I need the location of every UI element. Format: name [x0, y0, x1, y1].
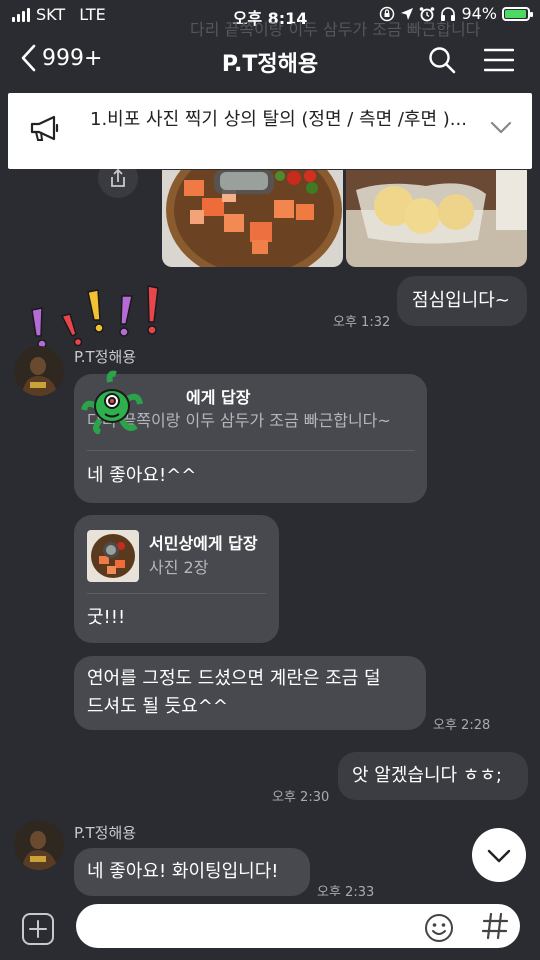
back-chevron-icon [21, 44, 36, 72]
sender-name: P.T정해용 [74, 824, 137, 842]
message-text: 네 좋아요! 화이팅입니다! [87, 861, 279, 882]
battery-level [505, 9, 526, 18]
message-bubble-outgoing[interactable]: 점심입니다~ [397, 276, 527, 326]
avatar[interactable] [14, 346, 64, 396]
message-text-line-1: 연어를 그정도 드셨으면 계란은 조금 덜 [87, 668, 381, 689]
back-button[interactable]: 999+ [20, 44, 102, 72]
notice-text: 1.비포 사진 찍기 상의 탈의 (정면 / 측면 /후면 )... [90, 109, 467, 130]
buns-in-bag-image [346, 170, 527, 267]
reply-divider [87, 450, 415, 451]
megaphone-icon [30, 115, 59, 141]
unread-count: 999+ [42, 45, 103, 71]
avatar[interactable] [14, 820, 64, 870]
message-text: 앗 알겠습니다 ㅎㅎ; [352, 765, 502, 786]
scroll-down-icon [487, 849, 511, 863]
message-time: 오후 2:28 [433, 718, 491, 733]
green-monster-sticker-icon [81, 370, 143, 434]
search-button[interactable] [428, 46, 456, 78]
reply-thumbnail-image [87, 530, 139, 582]
message-time: 오후 2:30 [272, 790, 330, 805]
reply-header: 에게 답장 [186, 388, 251, 407]
hash-icon[interactable] [480, 910, 510, 942]
scrolled-message-ghost: 다리 끝쪽이랑 이두 삼두가 조금 빠근합니다 [190, 20, 481, 39]
emoji-icon[interactable] [423, 912, 455, 944]
scroll-to-bottom-button[interactable] [472, 828, 526, 882]
search-icon [429, 47, 456, 74]
trainer-avatar-image [14, 820, 64, 870]
sender-name: P.T정해용 [74, 348, 137, 366]
message-composer [0, 896, 540, 960]
reply-header: 서민상에게 답장 [149, 534, 258, 553]
notice-banner[interactable]: 1.비포 사진 찍기 상의 탈의 (정면 / 측면 /후면 )... [8, 93, 532, 169]
chevron-down-icon[interactable] [490, 121, 512, 135]
battery-icon [502, 6, 533, 21]
message-time: 오후 1:32 [333, 315, 391, 330]
reply-quote: 사진 2장 [149, 558, 209, 577]
message-bubble-incoming[interactable]: 네 좋아요! 화이팅입니다! [74, 848, 310, 896]
message-bubble-incoming[interactable]: 연어를 그정도 드셨으면 계란은 조금 덜 드셔도 될 듯요^^ [74, 656, 426, 730]
message-bubble-outgoing[interactable]: 앗 알겠습니다 ㅎㅎ; [338, 752, 528, 800]
trainer-avatar-image [14, 346, 64, 396]
menu-button[interactable] [483, 48, 515, 76]
hamburger-menu-icon [483, 48, 515, 72]
message-text: 네 좋아요!^^ [87, 465, 197, 486]
plus-icon[interactable] [21, 912, 55, 946]
chat-header: 다리 끝쪽이랑 이두 삼두가 조금 빠근합니다 999+ P.T정해용 [0, 20, 540, 90]
reply-divider [87, 593, 266, 594]
message-text: 굿!!! [87, 607, 126, 628]
shared-photo-buns[interactable] [346, 170, 527, 267]
shared-photo-salmon-bowl[interactable] [162, 170, 343, 267]
message-text-line-2: 드셔도 될 듯요^^ [87, 696, 228, 717]
reply-message-bubble[interactable]: 서민상에게 답장 사진 2장 굿!!! [74, 515, 279, 643]
message-text: 점심입니다~ [412, 290, 510, 311]
salmon-bowl-image [162, 170, 343, 267]
